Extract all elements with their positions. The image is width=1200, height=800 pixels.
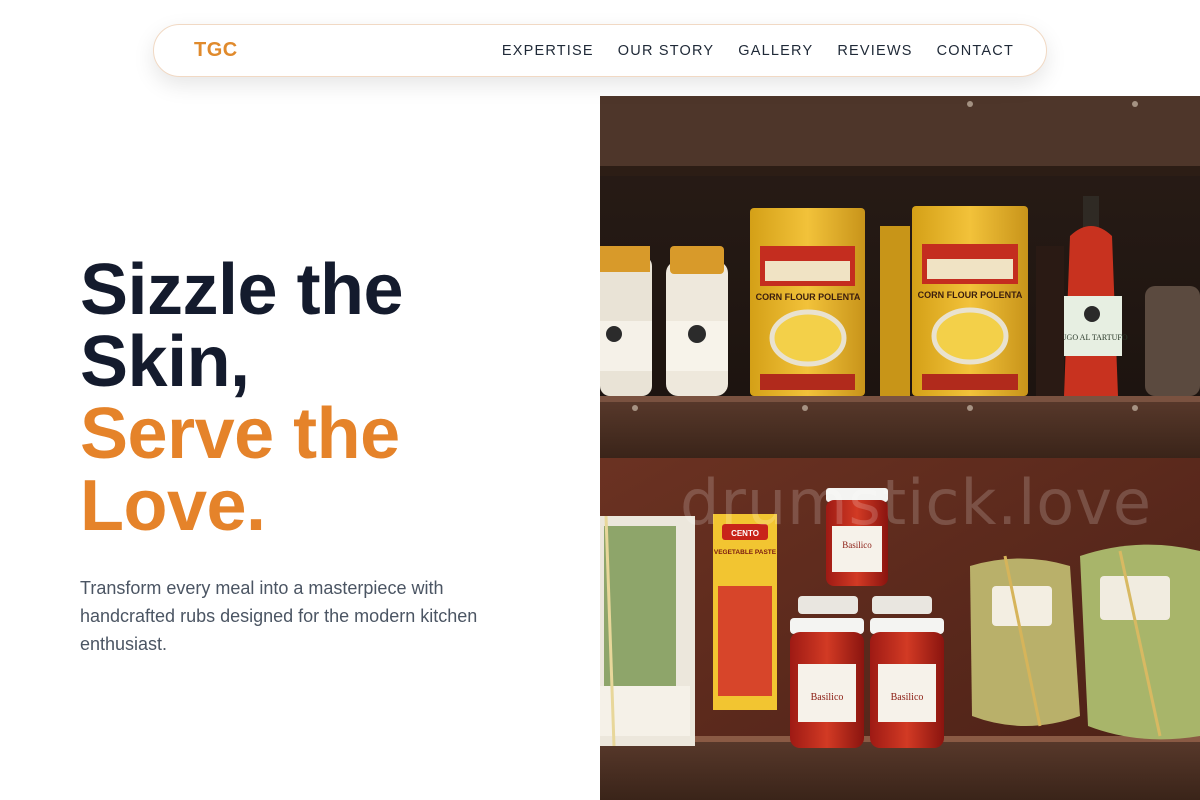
hero-title-line-4: Love. [80,466,266,546]
nav-link-reviews[interactable]: REVIEWS [837,43,912,59]
hero-title: Sizzle the Skin, Serve the Love. [80,254,550,542]
hero-title-line-3: Serve the [80,394,400,474]
nav-link-our-story[interactable]: OUR STORY [618,43,714,59]
hero-title-line-1: Sizzle the [80,250,404,330]
hero-title-line-2: Skin, [80,322,250,402]
polenta-label-1: CORN FLOUR POLENTA [756,292,861,302]
nav-links: EXPERTISE OUR STORY GALLERY REVIEWS CONT… [502,43,1014,59]
hero-section: Sizzle the Skin, Serve the Love. Transfo… [80,254,550,658]
pantry-shelves-illustration: CORN FLOUR POLENTA CORN FLOUR POLENTA SU… [600,96,1200,800]
sugo-label: SUGO AL TARTUFO [1056,333,1128,342]
basilico-label-3: Basilico [891,692,924,703]
paste-label: VEGETABLE PASTE [714,549,777,556]
nav-link-contact[interactable]: CONTACT [937,43,1014,59]
nav-link-gallery[interactable]: GALLERY [738,43,813,59]
brand-logo[interactable]: TGC [194,39,238,62]
top-navbar: TGC EXPERTISE OUR STORY GALLERY REVIEWS … [153,24,1047,77]
nav-link-expertise[interactable]: EXPERTISE [502,43,594,59]
hero-subtitle: Transform every meal into a masterpiece … [80,578,478,654]
polenta-label-2: CORN FLOUR POLENTA [918,290,1023,300]
hero-image: CORN FLOUR POLENTA CORN FLOUR POLENTA SU… [600,96,1200,800]
watermark-text: drumstick.love [680,466,1153,539]
basilico-label-1: Basilico [842,540,872,550]
basilico-label-2: Basilico [811,692,844,703]
